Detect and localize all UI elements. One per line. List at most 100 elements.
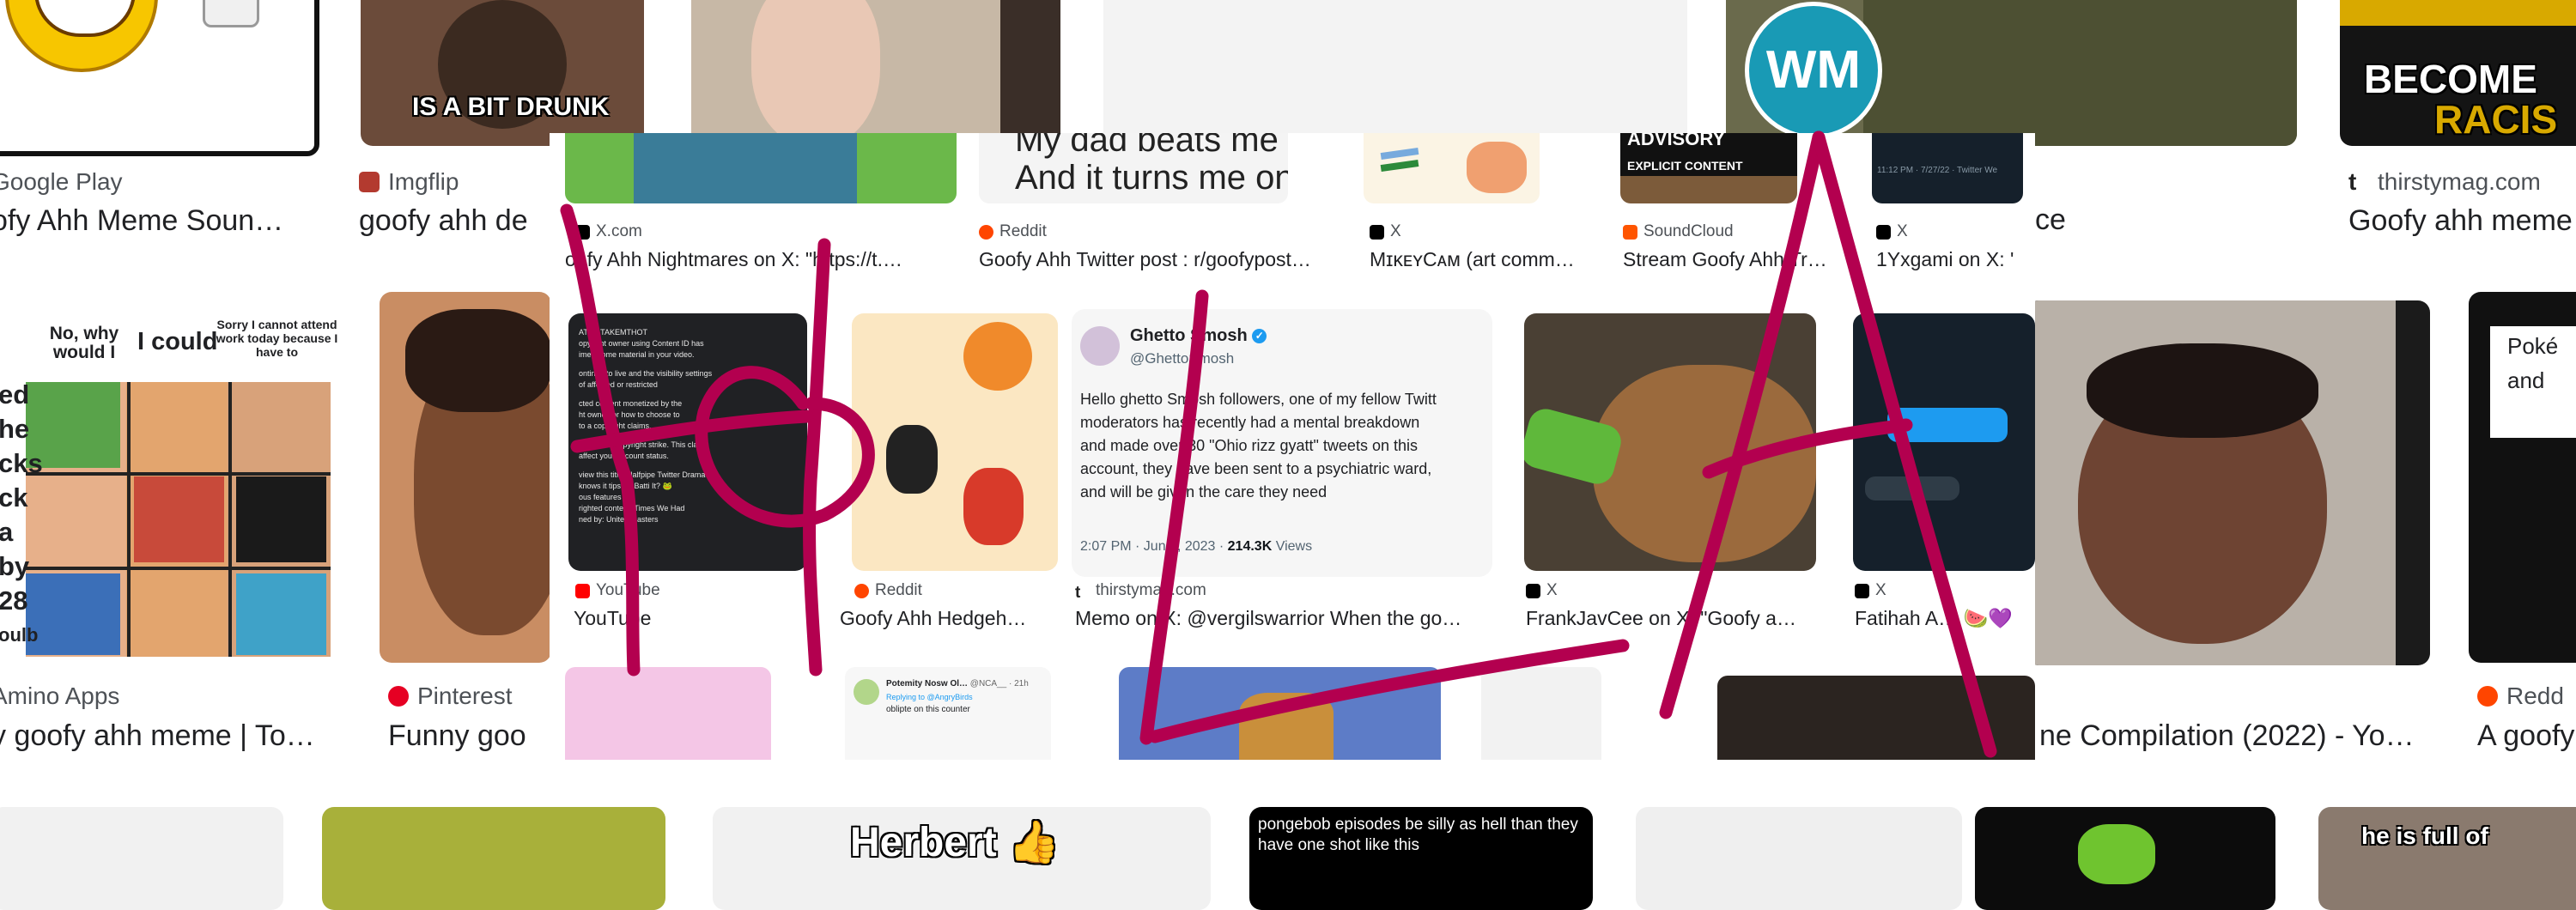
result-source[interactable]: Imgflip	[359, 168, 459, 196]
result-title[interactable]: Goofy ahh meme	[2348, 204, 2576, 238]
hedgehog-comic-thumbnail[interactable]	[852, 313, 1058, 571]
herbert-thumbnail[interactable]: Herbert 👍	[713, 807, 1211, 910]
nightmare-thumbnail[interactable]	[565, 133, 957, 203]
result-title[interactable]: MɪᴋᴇʏCᴀᴍ (art comm…	[1370, 248, 1584, 271]
result-title[interactable]: oofy Ahh Nightmares on X: "https://t.…	[565, 248, 951, 271]
result-source[interactable]: X.com	[575, 222, 642, 241]
result-title[interactable]: FrankJavCee on X: "Goofy a…	[1526, 607, 1818, 630]
result-source[interactable]: SoundCloud	[1623, 222, 1734, 241]
result-title[interactable]: goofy ahh de	[359, 204, 548, 238]
capybara-thumbnail[interactable]	[1524, 313, 1816, 571]
art-comm-thumbnail[interactable]	[1364, 133, 1540, 203]
verified-badge-icon: ✓	[1252, 329, 1267, 344]
soundcloud-icon	[1623, 224, 1637, 240]
result-title[interactable]: ne Compilation (2022) - Yo…	[2039, 719, 2434, 753]
result-source[interactable]: Reddit	[854, 581, 922, 600]
spongebob-thumbnail[interactable]: pongebob episodes be silly as hell than …	[1249, 807, 1593, 910]
partial-thumbnail[interactable]	[0, 807, 283, 910]
tweet-line: pongebob episodes be silly as hell than …	[1258, 816, 1578, 834]
tweet-meta: 11:12 PM · 7/27/22 · Twitter We	[1877, 166, 1998, 175]
cut-text: by	[0, 551, 30, 581]
meme-caption: Herbert 👍	[850, 820, 1060, 865]
shrek-thumbnail[interactable]	[322, 807, 665, 910]
x-icon	[1526, 583, 1540, 598]
meme-caption: My dad beats me	[1015, 133, 1279, 159]
result-title[interactable]: Stream Goofy Ahh Tr…	[1623, 248, 1846, 271]
drunk-meme-thumbnail[interactable]: IS A BIT DRUNK	[361, 0, 644, 146]
kid-reaction-thumbnail[interactable]	[2026, 300, 2430, 665]
meme-caption: IS A BIT DRUNK	[412, 93, 610, 121]
result-title[interactable]: Fatihah A… 🍉💜	[1855, 607, 2031, 630]
tweet-card[interactable]: Ghetto Smosh ✓ @GhettoSmosh Hello ghetto…	[1072, 309, 1492, 577]
cut-text: ur	[0, 652, 41, 663]
result-title[interactable]: Funny goo	[388, 719, 543, 753]
result-source[interactable]: t thirstymag.com	[1075, 581, 1206, 602]
notice-text: ATES TAKEMTHOT opyright owner using Conte…	[579, 328, 713, 524]
result-title[interactable]: A goofy	[2477, 719, 2576, 753]
face-photo-thumbnail[interactable]	[691, 0, 1060, 146]
cartoon-thumbnail[interactable]	[565, 667, 771, 760]
meme-caption: he is full of	[2361, 822, 2488, 849]
avatar	[854, 679, 879, 705]
wm-thumbnail[interactable]: WM	[1726, 0, 2297, 146]
emoji-thumbnail[interactable]	[0, 0, 319, 156]
result-title[interactable]: 1Yxgami on X: '	[1876, 248, 2022, 271]
list-screenshot-thumbnail[interactable]	[1481, 667, 1601, 760]
thirstymag-icon: t	[1075, 583, 1081, 602]
dm-screenshot-thumbnail[interactable]	[1853, 313, 2035, 571]
soundcloud-cover-thumbnail[interactable]: ADVISORY EXPLICIT CONTENT	[1620, 133, 1797, 203]
face-closeup-thumbnail[interactable]	[380, 292, 551, 663]
pokemon-thumbnail[interactable]: Poké and	[2469, 292, 2576, 663]
result-title[interactable]: Goofy Ahh Hedgeh…	[840, 607, 1054, 630]
x-icon	[1855, 583, 1869, 598]
result-source[interactable]: Reddit	[979, 222, 1047, 241]
advisory-text: ADVISORY	[1627, 133, 1726, 149]
result-source[interactable]: Pinterest	[388, 682, 513, 710]
dark-photo-thumbnail[interactable]	[1717, 676, 2035, 760]
comic-text: Sorry I cannot attend work today because…	[216, 318, 338, 359]
cut-text: cks	[0, 448, 43, 478]
tweet-body: Hello ghetto Smosh followers, one of my …	[1080, 391, 1437, 500]
result-source[interactable]: t thirstymag.com	[2348, 168, 2541, 196]
result-title[interactable]: Memo on X: @vergilswarrior When the go…	[1075, 607, 1487, 630]
x-icon	[575, 224, 590, 240]
reply-text: oblipte on this counter	[886, 705, 970, 714]
full-of-thumbnail[interactable]: he is full of	[2318, 807, 2576, 910]
result-source[interactable]: Redd	[2477, 682, 2564, 710]
result-source[interactable]: Google Play	[0, 168, 123, 196]
partial-thumbnail[interactable]	[1636, 807, 1962, 910]
spongebob-ship-thumbnail[interactable]	[1119, 667, 1441, 760]
cut-text: Poké	[2507, 333, 2559, 359]
result-title[interactable]: Goofy Ahh Twitter post : r/goofypost…	[979, 248, 1327, 271]
thumbs-up-icon	[203, 0, 259, 27]
caption-top: BECOME	[2364, 57, 2537, 101]
laughing-emoji-icon	[5, 0, 158, 72]
meme-caption: And it turns me on	[1015, 159, 1288, 197]
avatar	[1080, 326, 1120, 366]
result-title[interactable]: ofy Ahh Meme Soun…	[0, 204, 301, 238]
total-drama-thumbnail[interactable]: No, why would I I could Sorry I cannot a…	[0, 292, 339, 663]
tweet-line: have one shot like this	[1258, 836, 1420, 854]
cut-text: ck	[0, 482, 28, 513]
result-title[interactable]: YouTube	[574, 607, 814, 630]
advisory-text: EXPLICIT CONTENT	[1627, 159, 1743, 173]
tweet-footer: 2:07 PM · Jun 7, 2023 · 214.3K Views	[1080, 539, 1313, 554]
cut-text: ed	[0, 379, 30, 410]
tweet-screenshot-thumbnail[interactable]: 11:12 PM · 7/27/22 · Twitter We	[1872, 133, 2023, 203]
copyright-notice-thumbnail[interactable]: ATES TAKEMTHOT opyright owner using Conte…	[568, 313, 807, 571]
result-source[interactable]: Amino Apps	[0, 682, 119, 710]
result-source[interactable]: YouTube	[575, 581, 660, 600]
toy-thumbnail[interactable]	[1975, 807, 2275, 910]
dad-meme-thumbnail[interactable]: My dad beats me And it turns me on	[979, 133, 1288, 203]
cut-text: and	[2507, 367, 2545, 393]
reddit-icon	[854, 583, 869, 598]
youtube-icon	[575, 583, 590, 598]
result-source[interactable]: X	[1526, 581, 1558, 600]
result-source[interactable]: X	[1370, 222, 1401, 241]
result-title[interactable]: y goofy ahh meme | To…	[0, 719, 326, 753]
result-source[interactable]: X	[1855, 581, 1886, 600]
result-source[interactable]: X	[1876, 222, 1908, 241]
become-racis-thumbnail[interactable]: BECOME RACIS	[2340, 0, 2576, 146]
blank-thumbnail[interactable]	[1103, 0, 1687, 146]
reply-tweet-thumbnail[interactable]: Potemity Nosw Ol… @NCA__ · 21h Replying …	[845, 667, 1051, 760]
